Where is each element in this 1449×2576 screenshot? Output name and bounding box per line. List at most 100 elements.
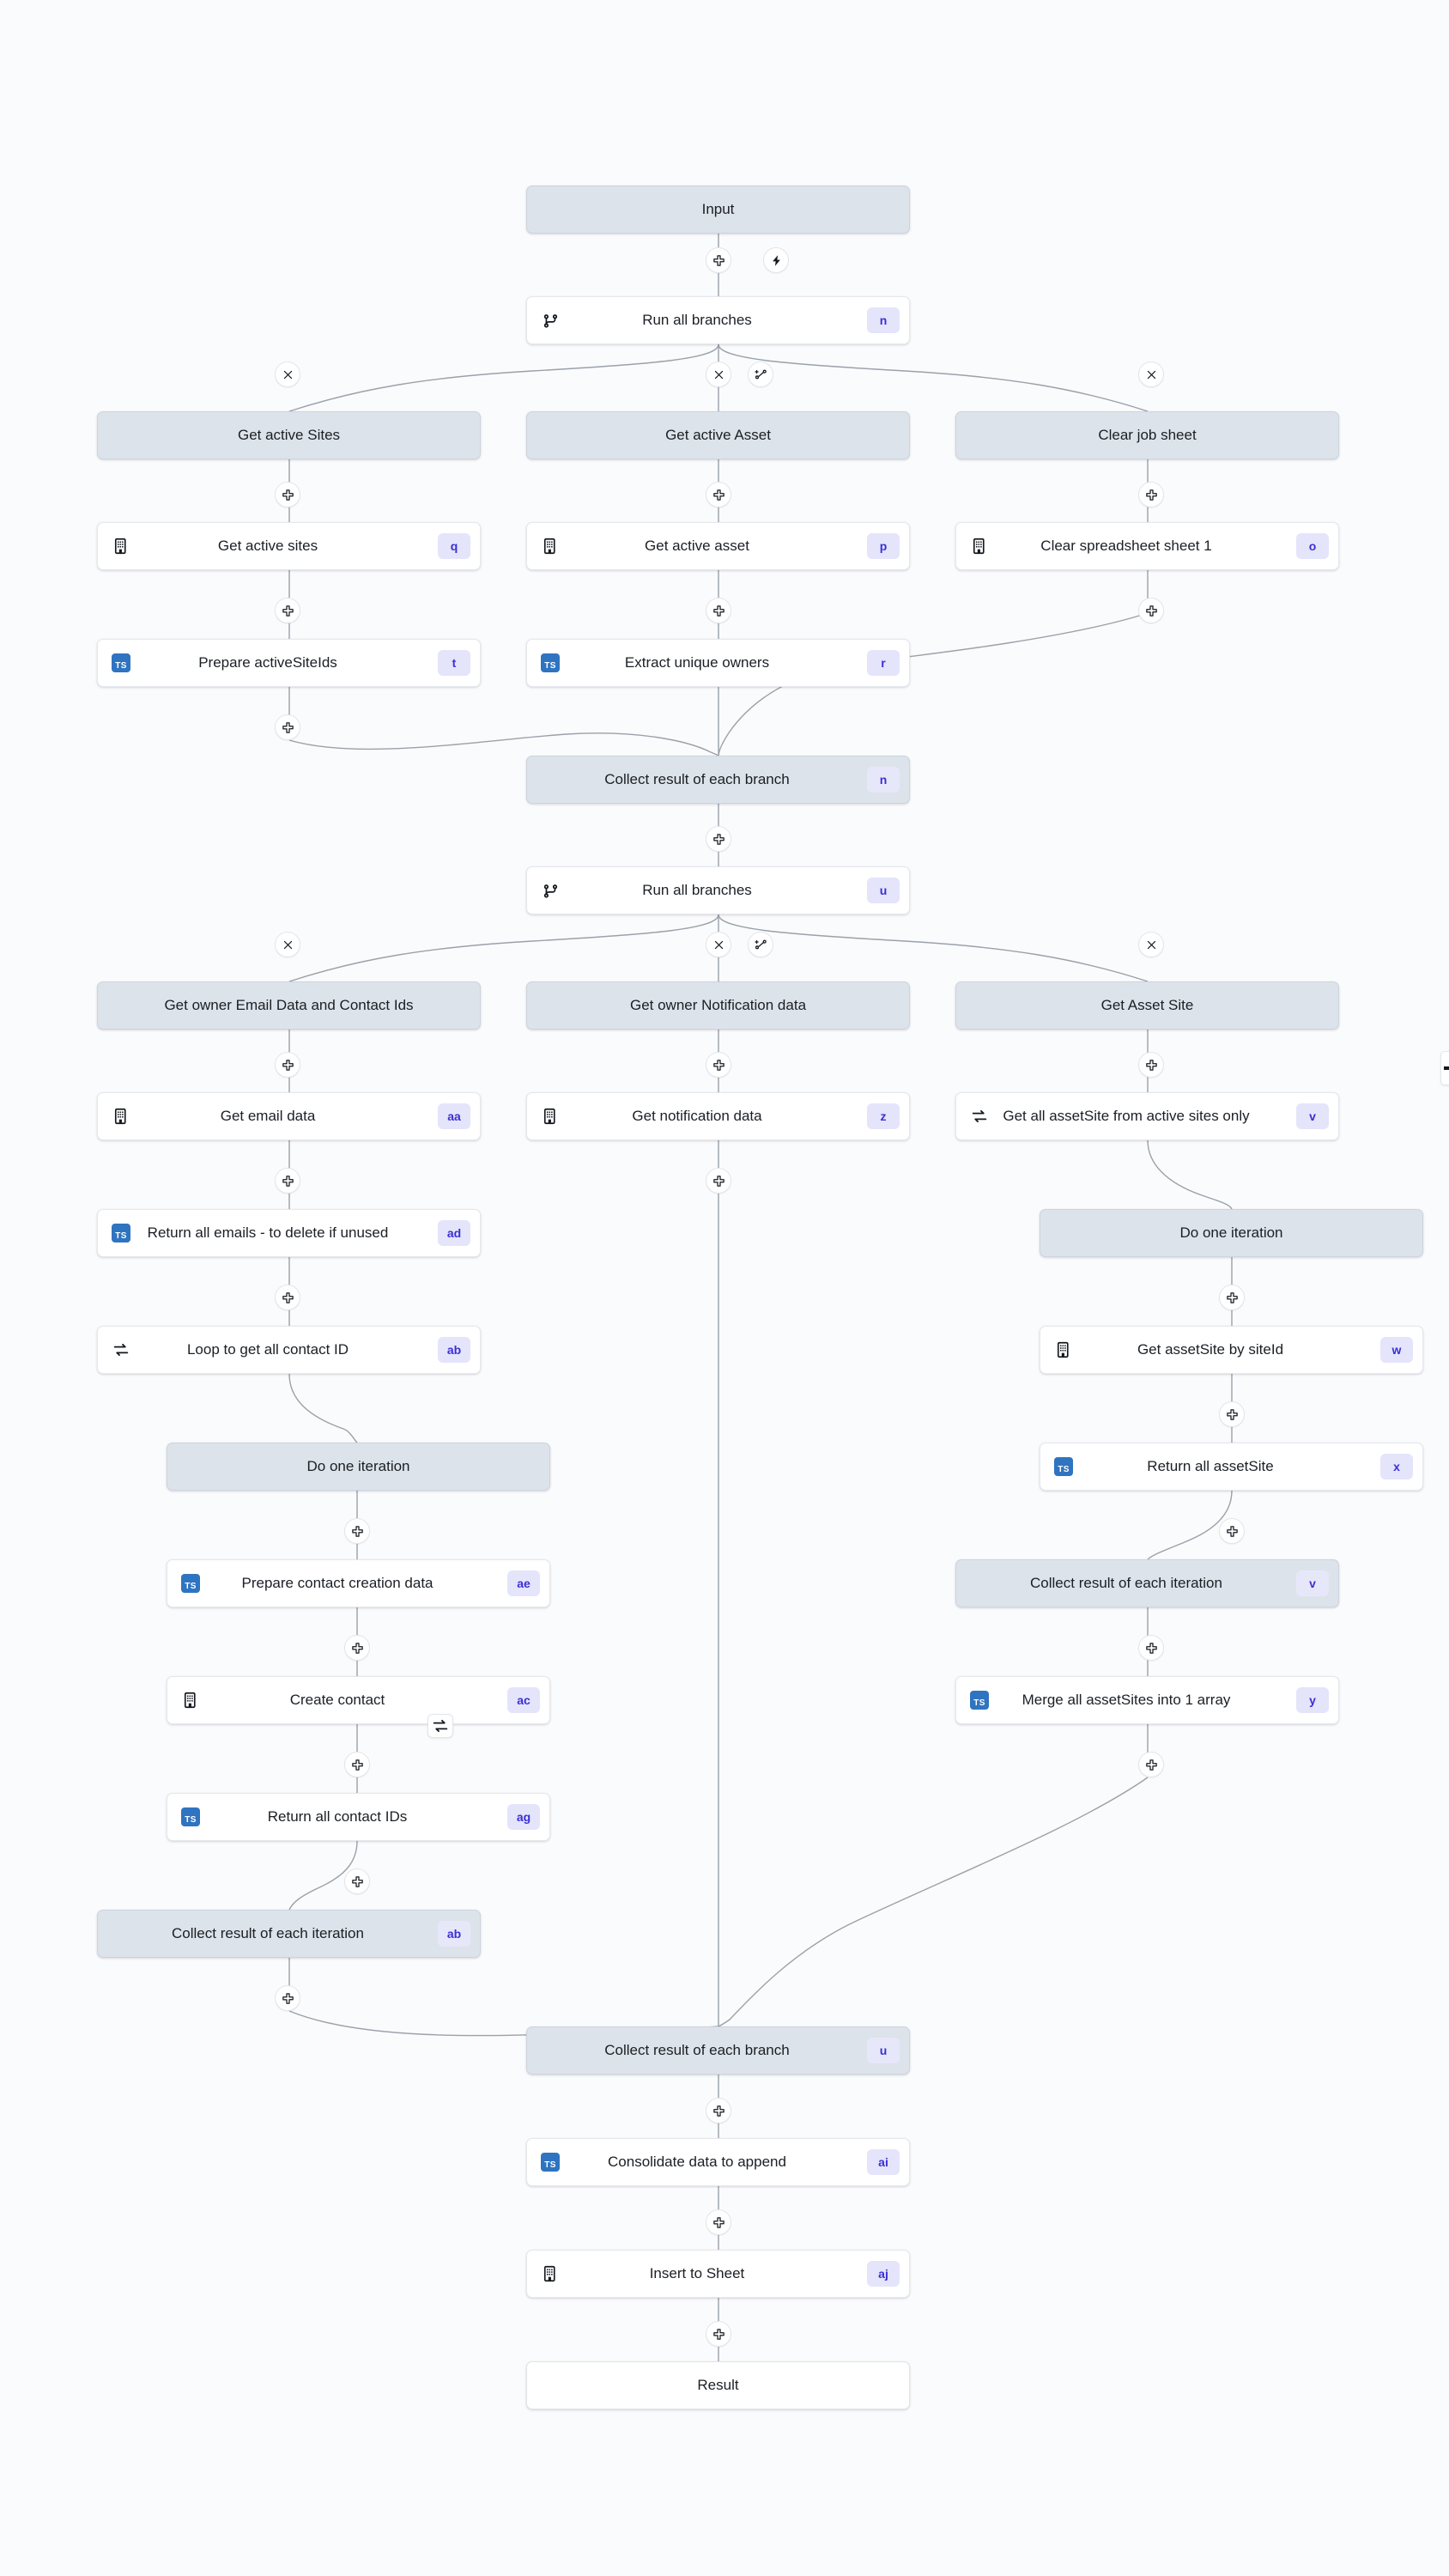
workflow-node-prepcontact[interactable]: TS Prepare contact creation data ae <box>167 1559 550 1607</box>
add-step-icon <box>712 605 724 617</box>
workflow-node-extowners[interactable]: TS Extract unique owners r <box>526 639 910 687</box>
h-addbr-b2[interactable] <box>748 932 773 957</box>
h-add-asset[interactable] <box>706 482 731 507</box>
workflow-node-getasset[interactable]: Get active asset p <box>526 522 910 570</box>
node-badge: aa <box>438 1103 470 1129</box>
node-label: Clear spreadsheet sheet 1 <box>1040 538 1212 554</box>
h-add-collitR[interactable] <box>1138 1635 1164 1661</box>
h-add-createc[interactable] <box>344 1752 370 1777</box>
workflow-node-collect-it-r[interactable]: Collect result of each iteration v <box>955 1559 1339 1607</box>
loop-icon <box>433 1719 448 1733</box>
node-label: Result <box>697 2377 739 2393</box>
node-badge: t <box>438 650 470 676</box>
h-x-b1-left[interactable] <box>275 361 300 387</box>
workflow-node-getnotif[interactable]: Get notification data z <box>526 1092 910 1140</box>
node-label: Collect result of each branch <box>604 2042 790 2058</box>
h-add-notif[interactable] <box>706 1052 731 1078</box>
workflow-node-collect1[interactable]: Collect result of each branch n <box>526 756 910 804</box>
add-step-icon <box>282 721 294 733</box>
workflow-node-runbranch1[interactable]: Run all branches n <box>526 296 910 344</box>
h-add-iterR[interactable] <box>1219 1285 1245 1310</box>
workflow-node-getassite[interactable]: Get all assetSite from active sites only… <box>955 1092 1339 1140</box>
workflow-canvas[interactable]: Input Run all branches n Get active Sites Ge… <box>0 0 1449 2576</box>
h-add-retcid[interactable] <box>344 1868 370 1894</box>
node-label: Merge all assetSites into 1 array <box>1022 1692 1231 1708</box>
h-add-merge[interactable] <box>1138 1752 1164 1777</box>
h-add-jobsheet[interactable] <box>1138 482 1164 507</box>
workflow-node-createcont[interactable]: Create contact ac <box>167 1676 550 1724</box>
h-add-assbys[interactable] <box>1219 1401 1245 1427</box>
h-add-retem[interactable] <box>275 1285 300 1310</box>
workflow-node-runbranch2[interactable]: Run all branches u <box>526 866 910 914</box>
add-step-icon <box>712 2328 724 2340</box>
h-x-b1-mid[interactable] <box>706 361 731 387</box>
add-step-icon <box>351 1759 363 1771</box>
workflow-node-grp-email[interactable]: Get owner Email Data and Contact Ids <box>97 981 481 1030</box>
workflow-node-getassbysite[interactable]: Get assetSite by siteId w <box>1040 1326 1423 1374</box>
workflow-node-mergeassite[interactable]: TS Merge all assetSites into 1 array y <box>955 1676 1339 1724</box>
workflow-node-input[interactable]: Input <box>526 185 910 234</box>
h-bolt-input[interactable] <box>763 247 789 273</box>
workflow-node-retemails[interactable]: TS Return all emails - to delete if unuse… <box>97 1209 481 1257</box>
workflow-node-getemail[interactable]: Get email data aa <box>97 1092 481 1140</box>
add-step-icon <box>712 2216 724 2228</box>
node-label: Get assetSite by siteId <box>1137 1341 1284 1358</box>
h-add-prepc[interactable] <box>344 1635 370 1661</box>
workflow-node-insertsheet[interactable]: Insert to Sheet aj <box>526 2250 910 2298</box>
node-label: Get owner Notification data <box>629 997 807 1013</box>
workflow-node-iter-left[interactable]: Do one iteration <box>167 1443 550 1491</box>
h-add-email[interactable] <box>275 1052 300 1078</box>
workflow-node-prepids[interactable]: TS Prepare activeSiteIds t <box>97 639 481 687</box>
h-add-clear[interactable] <box>1138 598 1164 623</box>
h-add-prepids[interactable] <box>275 714 300 740</box>
workflow-node-loopcontact[interactable]: Loop to get all contact ID ab <box>97 1326 481 1374</box>
workflow-node-iter-right[interactable]: Do one iteration <box>1040 1209 1423 1257</box>
h-addbr-b1[interactable] <box>748 361 773 387</box>
workflow-node-consolidate[interactable]: TS Consolidate data to append ai <box>526 2138 910 2186</box>
h-add-collect2[interactable] <box>706 2098 731 2123</box>
h-add-consol[interactable] <box>706 2209 731 2235</box>
workflow-node-clearsheet[interactable]: Clear spreadsheet sheet 1 o <box>955 522 1339 570</box>
workflow-node-getsites[interactable]: Get active sites q <box>97 522 481 570</box>
h-add-insert[interactable] <box>706 2321 731 2347</box>
workflow-node-collect-it-l[interactable]: Collect result of each iteration ab <box>97 1910 481 1958</box>
h-add-sites[interactable] <box>275 482 300 507</box>
chip-retry-createcontact[interactable] <box>427 1714 453 1738</box>
node-label: Run all branches <box>642 882 752 898</box>
workflow-node-collect2[interactable]: Collect result of each branch u <box>526 2026 910 2075</box>
h-x-b2-right[interactable] <box>1138 932 1164 957</box>
h-add-getnotif[interactable] <box>706 1168 731 1194</box>
node-label: Get owner Email Data and Contact Ids <box>164 997 414 1013</box>
workflow-node-grp-asset[interactable]: Get active Asset <box>526 411 910 459</box>
add-step-icon <box>712 1059 724 1071</box>
node-label: Input <box>701 201 735 217</box>
h-add-assite[interactable] <box>1138 1052 1164 1078</box>
add-step-icon <box>282 1059 294 1071</box>
node-label: Prepare activeSiteIds <box>198 654 337 671</box>
workflow-node-grp-assite[interactable]: Get Asset Site <box>955 981 1339 1030</box>
h-add-iterL[interactable] <box>344 1518 370 1544</box>
workflow-node-retcontids[interactable]: TS Return all contact IDs ag <box>167 1793 550 1841</box>
h-add-collect1[interactable] <box>706 826 731 852</box>
right-edge-stub[interactable] <box>1440 1051 1449 1085</box>
workflow-node-retassite[interactable]: TS Return all assetSite x <box>1040 1443 1423 1491</box>
add-step-icon <box>712 254 724 266</box>
h-add-getasset[interactable] <box>706 598 731 623</box>
h-add-getemail[interactable] <box>275 1168 300 1194</box>
h-x-b1-right[interactable] <box>1138 361 1164 387</box>
workflow-node-grp-sites[interactable]: Get active Sites <box>97 411 481 459</box>
node-badge: u <box>867 878 900 903</box>
h-add-retass[interactable] <box>1219 1518 1245 1544</box>
h-add-getsites[interactable] <box>275 598 300 623</box>
h-x-b2-mid[interactable] <box>706 932 731 957</box>
h-add-input[interactable] <box>706 247 731 273</box>
h-x-b2-left[interactable] <box>275 932 300 957</box>
node-badge: aj <box>867 2261 900 2287</box>
h-add-collitL[interactable] <box>275 1985 300 2011</box>
add-step-icon <box>1145 489 1157 501</box>
workflow-node-grp-notif[interactable]: Get owner Notification data <box>526 981 910 1030</box>
node-badge: n <box>867 767 900 793</box>
workflow-node-result[interactable]: Result <box>526 2361 910 2409</box>
workflow-node-grp-jobsheet[interactable]: Clear job sheet <box>955 411 1339 459</box>
node-label: Do one iteration <box>306 1458 410 1474</box>
